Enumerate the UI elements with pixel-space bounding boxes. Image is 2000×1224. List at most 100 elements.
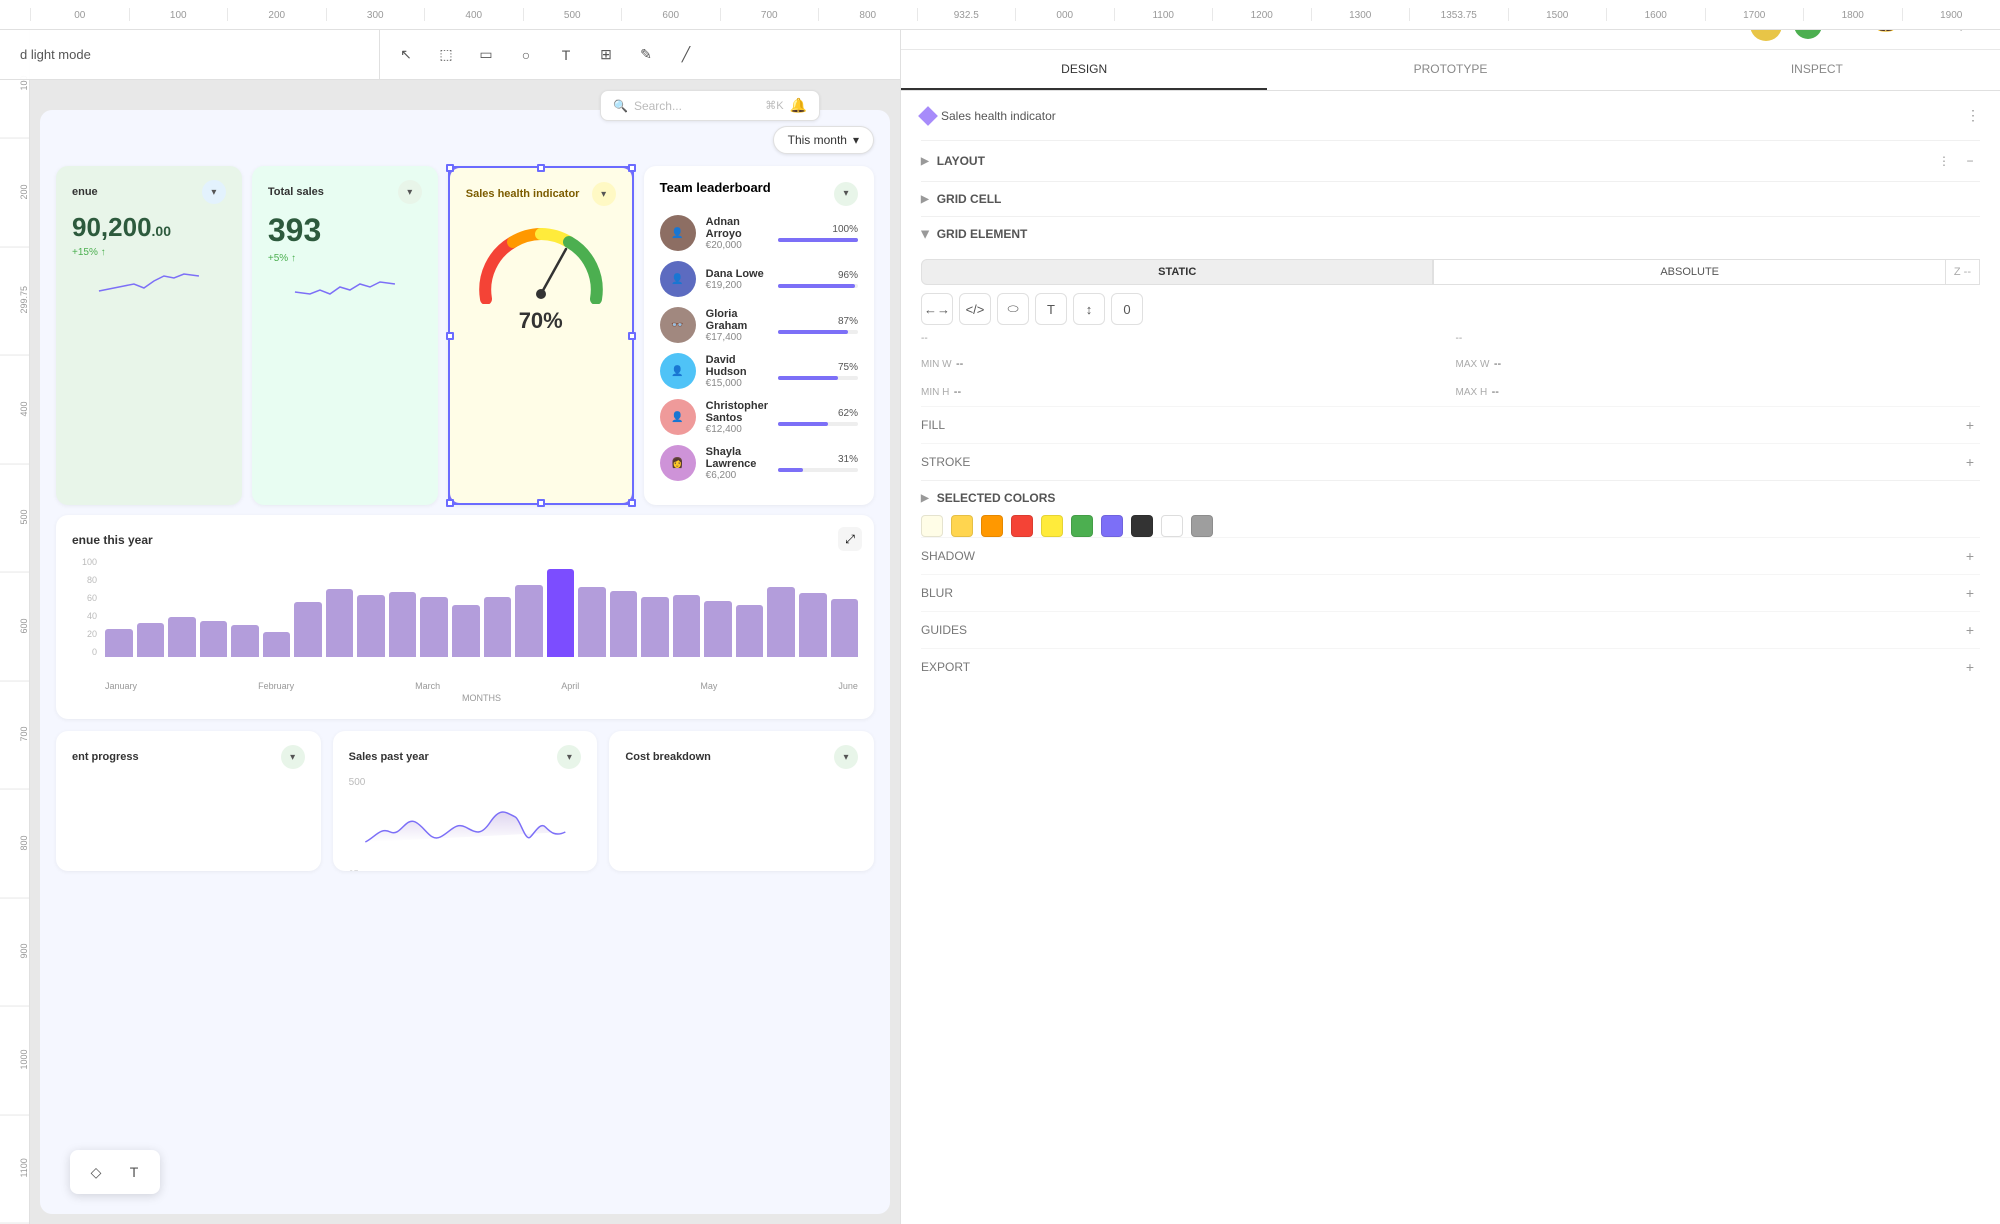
bar [357, 595, 385, 657]
circle-tool[interactable]: ○ [510, 39, 542, 71]
tab-design[interactable]: DESIGN [901, 50, 1267, 90]
export-add-button[interactable]: + [1960, 657, 1980, 677]
revenue-cents: .00 [152, 223, 171, 239]
revenue-dropdown-btn[interactable]: ▾ [202, 180, 226, 204]
mode-banner: d light mode [0, 30, 380, 80]
fill-add-button[interactable]: + [1960, 415, 1980, 435]
text-tool[interactable]: T [550, 39, 582, 71]
handle-mr[interactable] [628, 332, 636, 340]
color-swatch[interactable] [1041, 515, 1063, 537]
leaderboard-dropdown-btn[interactable]: ▾ [834, 182, 858, 206]
minmax-grid: MIN W -- MAX W -- MIN H -- MAX H -- [921, 354, 1980, 400]
min-w-value: -- [956, 358, 963, 370]
text-float-tool[interactable]: T [120, 1158, 148, 1186]
arrow-tool[interactable]: ↖ [390, 39, 422, 71]
cost-dropdown-btn[interactable]: ▾ [834, 745, 858, 769]
health-dropdown-btn[interactable]: ▾ [592, 182, 616, 206]
bar [578, 587, 606, 657]
panel-more-button[interactable]: ⋮ [1966, 107, 1980, 124]
handle-tm[interactable] [537, 164, 545, 172]
handle-bl[interactable] [446, 499, 454, 507]
leader-right: 96% [778, 270, 858, 288]
tab-prototype[interactable]: PROTOTYPE [1267, 50, 1633, 90]
pill-icon[interactable]: ⬭ [997, 293, 1029, 325]
search-icon: 🔍 [613, 99, 628, 113]
max-w-label: MAX W [1456, 359, 1490, 370]
zero-icon[interactable]: 0 [1111, 293, 1143, 325]
bar [610, 591, 638, 657]
stroke-add-button[interactable]: + [1960, 452, 1980, 472]
text-align-icon[interactable]: T [1035, 293, 1067, 325]
sales-change: +5% ↑ [268, 253, 422, 264]
total-sales-title: Total sales [268, 186, 324, 198]
leader-info: Shayla Lawrence €6,200 [706, 446, 768, 481]
leader-item: 👤 Christopher Santos €12,400 62% [660, 399, 858, 435]
grid-cell-section-header[interactable]: ▶ GRID CELL [921, 181, 1980, 216]
sales-past-year-dropdown-btn[interactable]: ▾ [557, 745, 581, 769]
leader-amount: €15,000 [706, 378, 768, 389]
breadcrumb-label: Sales health indicator [941, 109, 1056, 123]
static-tab[interactable]: STATIC [921, 259, 1433, 285]
bar [452, 605, 480, 657]
color-swatch[interactable] [921, 515, 943, 537]
bar [231, 625, 259, 657]
color-swatch[interactable] [981, 515, 1003, 537]
color-swatch[interactable] [1191, 515, 1213, 537]
layout-section-header[interactable]: ▶ LAYOUT ⋮ − [921, 140, 1980, 181]
grid-element-section-header[interactable]: ▶ GRID ELEMENT [921, 216, 1980, 251]
image-tool[interactable]: ⊞ [590, 39, 622, 71]
color-swatch[interactable] [1131, 515, 1153, 537]
tab-inspect[interactable]: INSPECT [1634, 50, 2000, 90]
leader-name: Adnan Arroyo [706, 216, 768, 240]
progress-dropdown-btn[interactable]: ▾ [281, 745, 305, 769]
leader-item: 👤 Adnan Arroyo €20,000 100% [660, 215, 858, 251]
handle-br[interactable] [628, 499, 636, 507]
layout-minus-button[interactable]: − [1960, 151, 1980, 171]
canvas-search-bar[interactable]: 🔍 Search... ⌘K 🔔 [600, 90, 820, 121]
expand-chart-button[interactable]: ⤢ [838, 527, 862, 551]
selected-colors-section-header[interactable]: ▶ SELECTED COLORS [921, 480, 1980, 515]
leader-avatar-shayla: 👩 [660, 445, 696, 481]
bar [263, 632, 291, 657]
leader-name: Gloria Graham [706, 308, 768, 332]
leader-right: 75% [778, 362, 858, 380]
sales-dropdown-btn[interactable]: ▾ [398, 180, 422, 204]
shadow-add-button[interactable]: + [1960, 546, 1980, 566]
handle-bm[interactable] [537, 499, 545, 507]
notification-icon[interactable]: 🔔 [790, 97, 807, 114]
color-swatch[interactable] [951, 515, 973, 537]
ruler-mark: 1100 [1114, 8, 1213, 21]
color-swatch[interactable] [1011, 515, 1033, 537]
health-indicator-card: Sales health indicator ▾ 70% [448, 166, 634, 505]
ruler-mark: 1353.75 [1409, 8, 1508, 21]
guides-row: GUIDES + [921, 611, 1980, 648]
this-month-button[interactable]: This month ▾ [773, 126, 874, 154]
handle-tr[interactable] [628, 164, 636, 172]
min-w-label: MIN W [921, 359, 952, 370]
export-label: EXPORT [921, 660, 970, 674]
line-tool[interactable]: ╱ [670, 39, 702, 71]
color-swatch[interactable] [1101, 515, 1123, 537]
sales-mini-chart [268, 272, 422, 302]
frame-tool[interactable]: ⬚ [430, 39, 462, 71]
diamond-tool[interactable]: ◇ [82, 1158, 110, 1186]
layout-dots-button[interactable]: ⋮ [1934, 151, 1954, 171]
pencil-tool[interactable]: ✎ [630, 39, 662, 71]
handle-ml[interactable] [446, 332, 454, 340]
guides-add-button[interactable]: + [1960, 620, 1980, 640]
ruler-mark: 1900 [1902, 8, 2000, 21]
revenue-change: +15% ↑ [72, 247, 226, 258]
min-h-value: -- [954, 386, 961, 398]
resize-horizontal-icon[interactable]: ←→ [921, 293, 953, 325]
shadow-row: SHADOW + [921, 537, 1980, 574]
blur-add-button[interactable]: + [1960, 583, 1980, 603]
rect-tool[interactable]: ▭ [470, 39, 502, 71]
absolute-tab[interactable]: ABSOLUTE [1433, 259, 1945, 285]
resize-vertical-icon[interactable]: ↕ [1073, 293, 1105, 325]
color-swatch[interactable] [1071, 515, 1093, 537]
color-swatch[interactable] [1161, 515, 1183, 537]
code-icon[interactable]: </> [959, 293, 991, 325]
progress-card: ent progress ▾ [56, 731, 321, 871]
handle-tl[interactable] [446, 164, 454, 172]
fill-label: FILL [921, 418, 945, 432]
